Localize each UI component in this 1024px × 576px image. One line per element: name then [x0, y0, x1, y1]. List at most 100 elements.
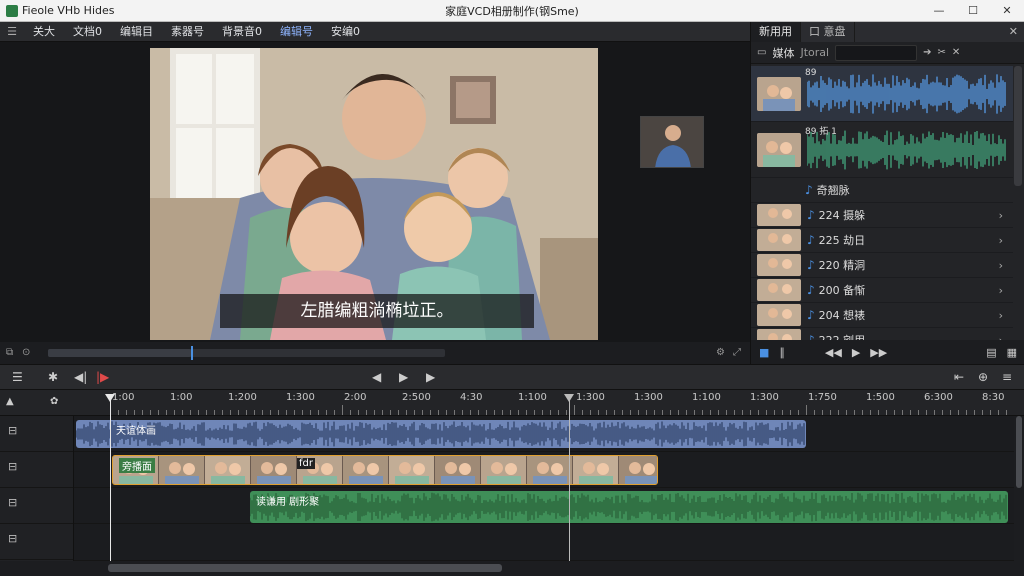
timeline-horizontal-scrollbar[interactable] — [0, 561, 1024, 576]
folder-icon[interactable]: ▭ — [757, 47, 766, 58]
audio-clip[interactable]: 天谊体画 — [76, 420, 806, 448]
prev-frame-icon[interactable]: ◀ — [372, 370, 381, 384]
media-item-video-1[interactable]: 89 — [751, 66, 1013, 122]
chevron-right-icon[interactable]: › — [999, 209, 1003, 222]
snapshot-icon[interactable]: ⊙ — [22, 347, 30, 358]
list-view-icon[interactable]: ▤ — [986, 346, 996, 359]
track-header-video[interactable]: ⊟ — [0, 452, 73, 488]
track-list-icon[interactable]: ☰ — [12, 370, 23, 384]
timeline-vertical-scrollbar[interactable] — [1014, 416, 1024, 561]
media-item-audio-4[interactable]: ♪ 200 备惭 › — [751, 278, 1013, 303]
split-right-icon[interactable]: |▶ — [96, 370, 109, 384]
media-item-audio-5[interactable]: ♪ 204 想裱 › — [751, 303, 1013, 328]
gear-icon[interactable]: ✿ — [50, 396, 58, 407]
menu-item-1[interactable]: 文档0 — [64, 22, 111, 42]
video-clip[interactable]: 旁播面 fdr — [112, 455, 658, 485]
crosshair-icon[interactable]: ⊕ — [978, 370, 988, 384]
play-icon[interactable]: ▶ — [852, 346, 860, 359]
lock-icon[interactable]: ⊟ — [8, 424, 17, 437]
media-list-scrollbar[interactable] — [1014, 66, 1022, 186]
rewind-icon[interactable]: ◀◀ — [825, 346, 842, 359]
menu-item-2[interactable]: 编辑目 — [111, 22, 162, 42]
next-icon[interactable]: ▶▶ — [870, 346, 887, 359]
chevron-right-icon[interactable]: › — [999, 309, 1003, 322]
media-item-video-2[interactable]: 89 拓 1 — [751, 122, 1013, 178]
playhead-marker-handle[interactable] — [564, 394, 574, 402]
media-item-audio-3[interactable]: ♪ 220 精洞 › — [751, 253, 1013, 278]
ruler-tick — [550, 410, 551, 415]
ruler-tick — [302, 410, 303, 415]
ruler-tick — [758, 410, 759, 415]
levels-icon[interactable]: ∥ — [779, 346, 785, 359]
ruler-tick — [622, 410, 623, 415]
lock-icon[interactable]: ⊟ — [8, 460, 17, 473]
scrub-track[interactable] — [48, 346, 445, 360]
chevron-right-icon[interactable]: › — [999, 234, 1003, 247]
media-search-input[interactable] — [835, 44, 918, 61]
ruler-tick — [502, 410, 503, 415]
scroll-thumb[interactable] — [108, 564, 502, 572]
tab-disk[interactable]: 口 意盘 — [801, 22, 855, 42]
menu-item-4[interactable]: 背景音0 — [213, 22, 271, 42]
pip-thumbnail[interactable] — [640, 116, 704, 168]
playhead-marker[interactable] — [569, 394, 570, 564]
ruler-tick — [270, 410, 271, 415]
media-item-audio-0[interactable]: ♪ 奇翘脉 — [751, 178, 1013, 203]
magic-tool-icon[interactable]: ✱ — [48, 370, 58, 384]
ruler-label: 1:100 — [518, 392, 547, 403]
preview-scrubber[interactable]: ⧉ ⊙ ⚙ ⤢ — [0, 342, 750, 364]
track-header-music[interactable]: ⊟ — [0, 488, 73, 524]
tab-media[interactable]: 新用用 — [751, 22, 801, 42]
ruler-tick — [166, 410, 167, 415]
ruler-tick — [470, 410, 471, 415]
media-item-audio-2[interactable]: ♪ 225 劫日 › — [751, 228, 1013, 253]
chevron-right-icon[interactable]: › — [999, 284, 1003, 297]
delete-icon[interactable]: ✕ — [952, 47, 960, 58]
lock-icon[interactable]: ⊟ — [8, 496, 17, 509]
video-preview[interactable]: 左腊编粗淌椭垃正。 — [150, 48, 598, 340]
close-button[interactable]: ✕ — [990, 0, 1024, 22]
play-icon[interactable]: ▶ — [399, 370, 408, 384]
panel-close-icon[interactable]: ✕ — [1009, 25, 1018, 38]
menu-item-6[interactable]: 安编0 — [322, 22, 369, 42]
fit-icon[interactable]: ⧉ — [6, 347, 13, 358]
menu-icon[interactable]: ≡ — [1002, 370, 1012, 384]
timeline-ruler[interactable]: ▲ ✿ 1:00 1:00 1:200 1:300 2:00 2:500 4:30 1:100… — [0, 390, 1024, 416]
media-panel-footer: ■ ∥ ◀◀ ▶ ▶▶ ▤ ▦ — [751, 340, 1024, 364]
ruler-tick — [822, 410, 823, 415]
menu-grid-icon[interactable]: ☰ — [0, 25, 24, 38]
settings-icon[interactable]: ⚙ — [716, 347, 725, 358]
grid-view-icon[interactable]: ▦ — [1007, 346, 1017, 359]
marker-icon[interactable]: ▲ — [6, 396, 14, 407]
import-icon[interactable]: ■ — [759, 346, 769, 359]
subtitle-overlay[interactable]: 左腊编粗淌椭垃正。 — [220, 294, 534, 328]
minimize-button[interactable]: — — [922, 0, 956, 22]
ruler-label: 6:300 — [924, 392, 953, 403]
music-clip[interactable]: 读谦用 剧形聚 — [250, 491, 1008, 523]
ruler-label: 1:100 — [692, 392, 721, 403]
lock-icon[interactable]: ⊟ — [8, 532, 17, 545]
fit-timeline-icon[interactable]: ⇤ — [954, 370, 964, 384]
maximize-button[interactable]: ☐ — [956, 0, 990, 22]
tools-icon[interactable]: ✂ — [937, 47, 945, 58]
forward-icon[interactable]: ➔ — [923, 47, 931, 58]
ruler-tick — [214, 410, 215, 415]
scrub-handle[interactable] — [190, 346, 193, 360]
menu-item-3[interactable]: 素器号 — [162, 22, 213, 42]
ruler-label: 1:00 — [112, 392, 135, 403]
menu-item-0[interactable]: 关大 — [24, 22, 64, 42]
chevron-right-icon[interactable]: › — [999, 259, 1003, 272]
scroll-thumb[interactable] — [1016, 416, 1022, 488]
track-header-empty[interactable]: ⊟ — [0, 524, 73, 560]
next-frame-icon[interactable]: ▶ — [426, 370, 435, 384]
playhead-start[interactable] — [110, 394, 111, 564]
split-left-icon[interactable]: ◀| — [74, 370, 87, 384]
media-item-audio-1[interactable]: ♪ 224 摄躲 › — [751, 203, 1013, 228]
fullscreen-icon[interactable]: ⤢ — [733, 347, 741, 358]
playhead-start-handle[interactable] — [105, 394, 115, 402]
track-header-audio[interactable]: ⊟ — [0, 416, 73, 452]
ruler-tick — [742, 410, 743, 415]
ruler-tick — [206, 410, 207, 415]
ruler-tick — [358, 410, 359, 415]
menu-item-5[interactable]: 编辑号 — [271, 22, 322, 42]
